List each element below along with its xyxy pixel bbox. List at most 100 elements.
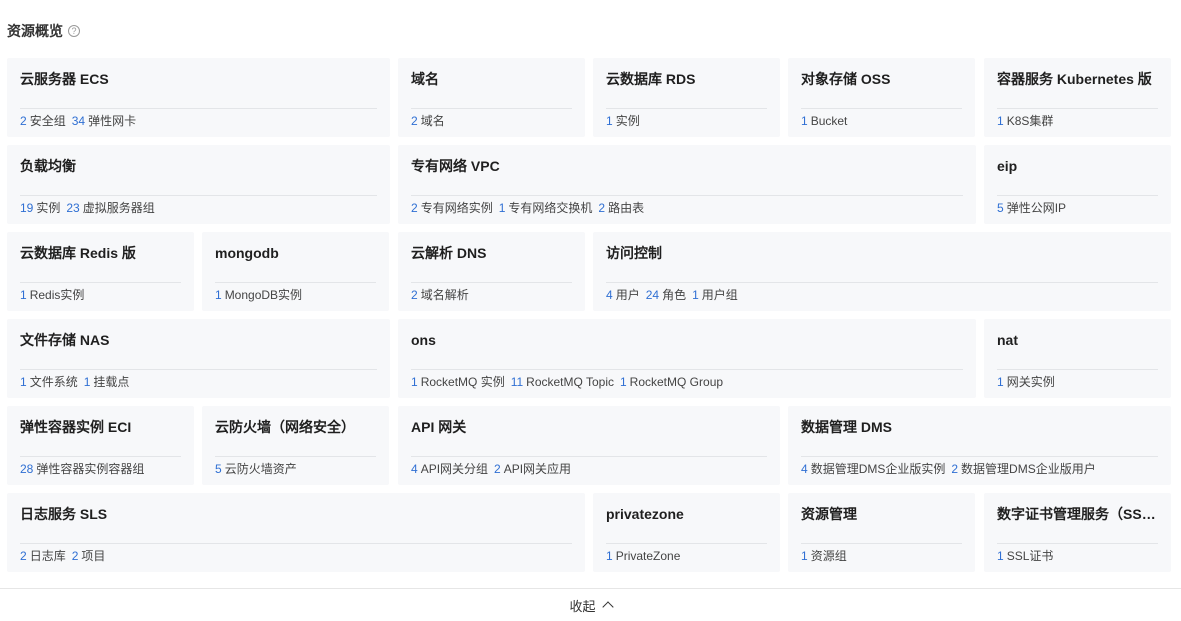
stat-count[interactable]: 24: [646, 288, 659, 302]
stat-item[interactable]: 2 项目: [72, 549, 106, 563]
resource-card[interactable]: 云数据库 RDS 1 实例: [593, 58, 780, 137]
stat-item[interactable]: 4 API网关分组: [411, 462, 488, 476]
stat-item[interactable]: 1 网关实例: [997, 375, 1055, 389]
stat-count[interactable]: 2: [411, 201, 418, 215]
card-title[interactable]: 云服务器 ECS: [20, 69, 377, 109]
stat-count[interactable]: 1: [801, 114, 808, 128]
stat-item[interactable]: 1 专有网络交换机: [499, 201, 593, 215]
stat-item[interactable]: 1 RocketMQ Group: [620, 375, 723, 389]
stat-count[interactable]: 11: [511, 375, 523, 389]
resource-card[interactable]: privatezone 1 PrivateZone: [593, 493, 780, 572]
resource-card[interactable]: 专有网络 VPC 2 专有网络实例 1 专有网络交换机 2 路由表: [398, 145, 976, 224]
card-title[interactable]: mongodb: [215, 243, 376, 283]
card-title[interactable]: 文件存储 NAS: [20, 330, 377, 370]
card-title[interactable]: 云数据库 RDS: [606, 69, 767, 109]
stat-count[interactable]: 1: [801, 549, 808, 563]
stat-count[interactable]: 1: [215, 288, 222, 302]
card-title[interactable]: 对象存储 OSS: [801, 69, 962, 109]
stat-count[interactable]: 2: [20, 549, 27, 563]
stat-count[interactable]: 1: [620, 375, 627, 389]
stat-count[interactable]: 1: [997, 114, 1004, 128]
resource-card[interactable]: eip 5 弹性公网IP: [984, 145, 1171, 224]
stat-item[interactable]: 24 角色: [646, 288, 686, 302]
card-title[interactable]: 云解析 DNS: [411, 243, 572, 283]
stat-count[interactable]: 2: [411, 114, 418, 128]
resource-card[interactable]: 数字证书管理服务（SSL证书） 1SSL证书: [984, 493, 1171, 572]
card-title[interactable]: nat: [997, 330, 1158, 370]
card-title[interactable]: 弹性容器实例 ECI: [20, 417, 181, 457]
stat-item[interactable]: 34 弹性网卡: [72, 114, 136, 128]
stat-count[interactable]: 1: [499, 201, 506, 215]
card-title[interactable]: 日志服务 SLS: [20, 504, 572, 544]
resource-card[interactable]: 对象存储 OSS 1 Bucket: [788, 58, 975, 137]
card-title[interactable]: API 网关: [411, 417, 767, 457]
resource-card[interactable]: nat 1 网关实例: [984, 319, 1171, 398]
stat-item[interactable]: 19 实例: [20, 201, 60, 215]
stat-count[interactable]: 23: [66, 201, 79, 215]
resource-card[interactable]: 域名 2 域名: [398, 58, 585, 137]
stat-item[interactable]: 5 弹性公网IP: [997, 201, 1066, 215]
resource-card[interactable]: 数据管理 DMS 4 数据管理DMS企业版实例 2 数据管理DMS企业版用户: [788, 406, 1171, 485]
stat-item[interactable]: 2 域名解析: [411, 288, 469, 302]
card-title[interactable]: 域名: [411, 69, 572, 109]
stat-count[interactable]: 1: [20, 375, 27, 389]
stat-item[interactable]: 2 数据管理DMS企业版用户: [951, 462, 1095, 476]
resource-card[interactable]: 云服务器 ECS 2 安全组 34 弹性网卡: [7, 58, 390, 137]
stat-count[interactable]: 1: [411, 375, 418, 389]
stat-item[interactable]: 1 用户组: [692, 288, 738, 302]
card-title[interactable]: 云数据库 Redis 版: [20, 243, 181, 283]
card-title[interactable]: 数字证书管理服务（SSL证书）: [997, 504, 1158, 544]
card-title[interactable]: 资源管理: [801, 504, 962, 544]
stat-count[interactable]: 28: [20, 462, 33, 476]
resource-card[interactable]: 资源管理 1 资源组: [788, 493, 975, 572]
card-title[interactable]: privatezone: [606, 504, 767, 544]
resource-card[interactable]: 云防火墙（网络安全） 5 云防火墙资产: [202, 406, 389, 485]
card-title[interactable]: 云防火墙（网络安全）: [215, 417, 376, 457]
stat-count[interactable]: 2: [951, 462, 958, 476]
stat-count[interactable]: 4: [801, 462, 808, 476]
stat-item[interactable]: 2 域名: [411, 114, 445, 128]
resource-card[interactable]: 文件存储 NAS 1 文件系统 1 挂载点: [7, 319, 390, 398]
stat-item[interactable]: 1 实例: [606, 114, 640, 128]
stat-item[interactable]: 1 MongoDB实例: [215, 288, 302, 302]
stat-count[interactable]: 1: [997, 549, 1004, 563]
stat-item[interactable]: 1 Redis实例: [20, 288, 84, 302]
resource-card[interactable]: mongodb 1 MongoDB实例: [202, 232, 389, 311]
stat-item[interactable]: 23 虚拟服务器组: [66, 201, 154, 215]
stat-item[interactable]: 1 文件系统: [20, 375, 78, 389]
stat-count[interactable]: 2: [72, 549, 79, 563]
stat-item[interactable]: 1 SSL证书: [997, 549, 1053, 563]
stat-count[interactable]: 1: [20, 288, 27, 302]
stat-item[interactable]: 5 云防火墙资产: [215, 462, 297, 476]
stat-count[interactable]: 4: [606, 288, 613, 302]
card-title[interactable]: 访问控制: [606, 243, 1158, 283]
collapse-button[interactable]: 收起: [569, 596, 614, 615]
stat-count[interactable]: 2: [494, 462, 501, 476]
resource-card[interactable]: 日志服务 SLS 2 日志库 2 项目: [7, 493, 585, 572]
stat-count[interactable]: 19: [20, 201, 33, 215]
card-title[interactable]: 负载均衡: [20, 156, 377, 196]
stat-item[interactable]: 2 日志库: [20, 549, 66, 563]
card-title[interactable]: 容器服务 Kubernetes 版: [997, 69, 1158, 109]
stat-count[interactable]: 5: [215, 462, 222, 476]
stat-item[interactable]: 1 资源组: [801, 549, 847, 563]
stat-item[interactable]: 1 挂载点: [84, 375, 130, 389]
stat-count[interactable]: 2: [411, 288, 418, 302]
stat-count[interactable]: 2: [20, 114, 27, 128]
resource-card[interactable]: 容器服务 Kubernetes 版 1 K8S集群: [984, 58, 1171, 137]
card-title[interactable]: eip: [997, 156, 1158, 196]
stat-count[interactable]: 34: [72, 114, 85, 128]
stat-item[interactable]: 4 数据管理DMS企业版实例: [801, 462, 945, 476]
stat-item[interactable]: 1 RocketMQ 实例: [411, 375, 505, 389]
card-title[interactable]: 专有网络 VPC: [411, 156, 963, 196]
stat-count[interactable]: 1: [692, 288, 699, 302]
stat-item[interactable]: 28 弹性容器实例容器组: [20, 462, 144, 476]
resource-card[interactable]: ons 1 RocketMQ 实例 11 RocketMQ Topic 1 RocketMQ…: [398, 319, 976, 398]
stat-count[interactable]: 1: [606, 114, 613, 128]
card-title[interactable]: 数据管理 DMS: [801, 417, 1158, 457]
stat-item[interactable]: 1 K8S集群: [997, 114, 1053, 128]
resource-card[interactable]: 访问控制 4 用户 24 角色 1 用户组: [593, 232, 1171, 311]
resource-card[interactable]: 弹性容器实例 ECI 28 弹性容器实例容器组: [7, 406, 194, 485]
resource-card[interactable]: 云解析 DNS 2 域名解析: [398, 232, 585, 311]
help-icon[interactable]: ?: [68, 25, 80, 37]
